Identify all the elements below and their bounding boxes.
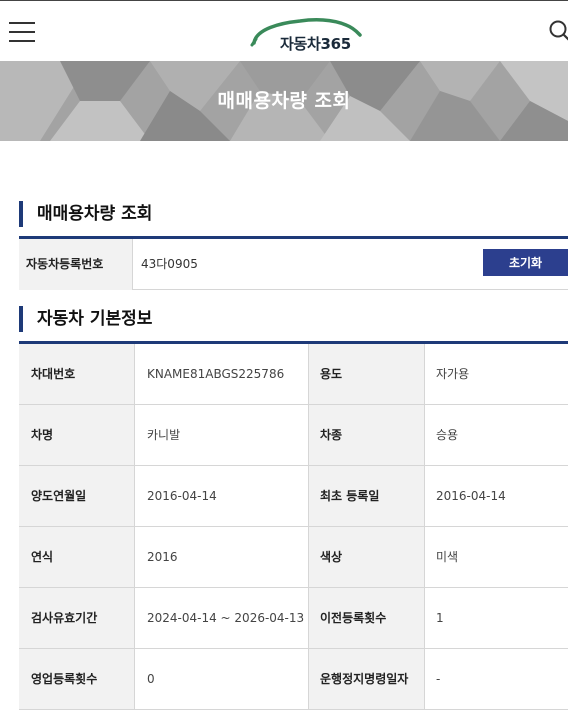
- row-value: 2016: [135, 527, 309, 587]
- row-value: 1: [436, 611, 444, 625]
- row-value: 미색: [436, 550, 459, 564]
- row-label: 차종: [309, 405, 425, 465]
- hamburger-menu-icon[interactable]: [9, 22, 35, 42]
- row-value: 2016-04-14: [135, 466, 309, 526]
- row-value: 2016-04-14: [436, 489, 506, 503]
- page-banner: 매매용차량 조회: [0, 61, 568, 141]
- table-row: 영업등록횟수 0 운행정지명령일자 -: [19, 649, 568, 710]
- row-value: -: [436, 672, 441, 686]
- row-label: 차명: [19, 405, 135, 465]
- row-label: 영업등록횟수: [19, 649, 135, 709]
- row-value: 2024-04-14 ~ 2026-04-13: [135, 588, 309, 648]
- table-row: 차대번호 KNAME81ABGS225786 용도 자가용: [19, 344, 568, 405]
- row-value: 자가용: [436, 367, 470, 381]
- row-value: 카니발: [135, 405, 309, 465]
- row-value: 승용: [436, 428, 459, 442]
- row-label: 검사유효기간: [19, 588, 135, 648]
- row-label: 용도: [309, 344, 425, 404]
- section-title-search: 매매용차량 조회: [19, 201, 152, 227]
- registration-number-value: 43다0905: [141, 257, 198, 271]
- table-row: 검사유효기간 2024-04-14 ~ 2026-04-13 이전등록횟수 1: [19, 588, 568, 649]
- table-row: 연식 2016 색상 미색: [19, 527, 568, 588]
- row-label: 연식: [19, 527, 135, 587]
- row-label: 색상: [309, 527, 425, 587]
- search-icon[interactable]: [548, 19, 568, 43]
- row-label: 이전등록횟수: [309, 588, 425, 648]
- row-label: 최초 등록일: [309, 466, 425, 526]
- row-value: 0: [135, 649, 309, 709]
- section-title-basic-info: 자동차 기본정보: [19, 306, 152, 332]
- logo-text: 자동차365: [280, 35, 351, 53]
- row-label: 차대번호: [19, 344, 135, 404]
- row-label: 양도연월일: [19, 466, 135, 526]
- registration-number-label: 자동차등록번호: [19, 239, 133, 290]
- vehicle-info-table: 차대번호 KNAME81ABGS225786 용도 자가용 차명 카니발 차종 …: [19, 341, 568, 710]
- banner-title: 매매용차량 조회: [217, 90, 351, 112]
- search-panel: 자동차등록번호 43다0905 초기화: [19, 236, 568, 290]
- header: 자동차365: [0, 0, 568, 61]
- table-row: 양도연월일 2016-04-14 최초 등록일 2016-04-14: [19, 466, 568, 527]
- row-label: 운행정지명령일자: [309, 649, 425, 709]
- reset-button[interactable]: 초기화: [483, 249, 568, 276]
- table-row: 차명 카니발 차종 승용: [19, 405, 568, 466]
- logo[interactable]: 자동차365: [250, 13, 362, 55]
- row-value: KNAME81ABGS225786: [135, 344, 309, 404]
